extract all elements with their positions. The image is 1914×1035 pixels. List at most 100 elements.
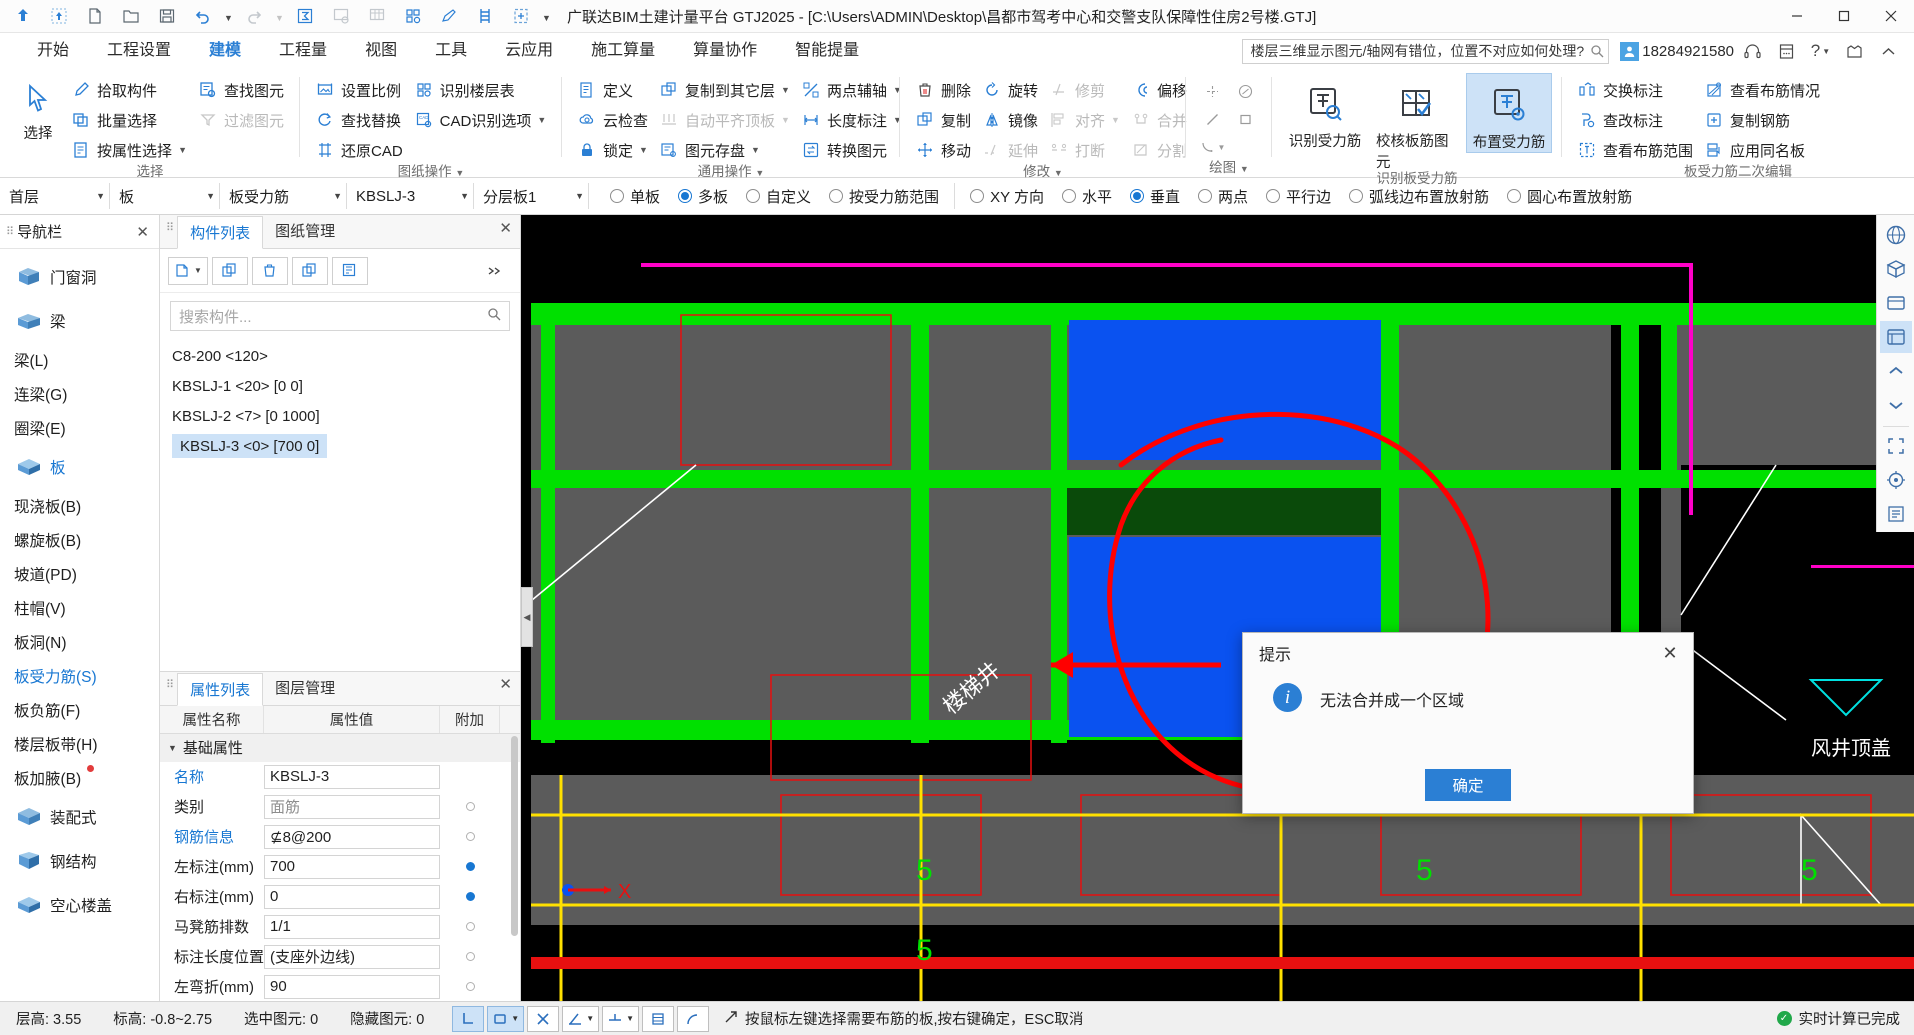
sidebar-item-steel-structure[interactable]: 钢结构 <box>0 839 159 883</box>
open-folder-icon[interactable] <box>114 2 148 30</box>
swap-dimension-button[interactable]: 交换标注 <box>1572 75 1699 105</box>
cad-options-button[interactable]: CAD CAD识别选项 ▼ <box>409 105 553 135</box>
view-rebar-range-button[interactable]: 查看布筋范围 <box>1572 135 1699 165</box>
headset-icon[interactable] <box>1737 36 1768 66</box>
chevron-down-icon[interactable]: ▼ <box>323 191 342 201</box>
menu-item-6[interactable]: 云应用 <box>486 33 572 69</box>
collapse-ribbon-icon[interactable] <box>1873 36 1904 66</box>
restore-cad-button[interactable]: 还原CAD <box>310 135 409 165</box>
more-icon[interactable]: ▼ <box>540 2 553 30</box>
minimize-button[interactable] <box>1773 0 1820 33</box>
sidebar-item-slab-hole[interactable]: 板洞(N) <box>0 625 159 659</box>
chevron-down-icon[interactable]: ▼ <box>586 1014 594 1023</box>
save-icon[interactable] <box>150 2 184 30</box>
chevron-down-icon[interactable]: ▼ <box>196 191 215 201</box>
close-button[interactable] <box>1867 0 1914 33</box>
ladder-icon[interactable] <box>468 2 502 30</box>
radio-by-rebar-range[interactable]: 按受力筋范围 <box>820 186 948 207</box>
sidebar-item-prefab[interactable]: 装配式 <box>0 795 159 839</box>
rect-icon[interactable]: ▼ <box>487 1005 525 1032</box>
lock-button[interactable]: 锁定 ▼ <box>572 135 654 165</box>
drag-grip-icon[interactable]: ⠿ <box>166 221 174 234</box>
radio-horizontal[interactable]: 水平 <box>1053 186 1121 207</box>
radio-multi-slab[interactable]: 多板 <box>669 186 737 207</box>
dim-icon[interactable]: ▼ <box>602 1005 640 1032</box>
duplicate-component-button[interactable] <box>291 256 328 285</box>
set-scale-button[interactable]: 设置比例 <box>310 75 409 105</box>
menu-item-9[interactable]: 智能提量 <box>776 33 878 69</box>
sidebar-item-ramp[interactable]: 坡道(PD) <box>0 557 159 591</box>
chevron-down-icon[interactable]: ▼ <box>626 1014 634 1023</box>
pick-component-button[interactable]: 拾取构件 <box>66 75 193 105</box>
view-rebar-status-button[interactable]: 查看布筋情况 <box>1699 75 1826 105</box>
property-group-basic[interactable]: ▼ 基础属性 <box>160 733 520 762</box>
chevron-down-icon[interactable]: ▼ <box>194 266 202 275</box>
tab-layer-management[interactable]: 图层管理 <box>263 672 347 705</box>
target-icon[interactable] <box>1880 464 1912 496</box>
search-icon[interactable] <box>1590 44 1604 58</box>
property-value-input[interactable]: (支座外边线) <box>264 944 440 969</box>
place-rebar-button[interactable]: 布置受力筋 <box>1465 73 1552 153</box>
chevron-down-icon[interactable]: ▼ <box>450 191 469 201</box>
radio-arc-radial[interactable]: 弧线边布置放射筋 <box>1340 186 1498 207</box>
convert-element-button[interactable]: 转换图元 <box>796 135 908 165</box>
property-value-input[interactable]: 90 <box>264 974 440 999</box>
3d-icon[interactable] <box>1880 253 1912 285</box>
layer-view-icon[interactable] <box>1879 321 1912 353</box>
menu-item-5[interactable]: 工具 <box>416 33 486 69</box>
fullscreen-icon[interactable] <box>1880 430 1912 462</box>
define-button[interactable]: 定义 <box>572 75 654 105</box>
radio-two-points[interactable]: 两点 <box>1189 186 1257 207</box>
rebar-type-selector[interactable]: 板受力筋 ▼ <box>220 183 347 209</box>
radio-xy-direction[interactable]: XY 方向 <box>961 186 1053 207</box>
property-extra[interactable] <box>440 952 500 961</box>
sidebar-item-slab-haunch[interactable]: 板加腋(B) <box>0 761 159 795</box>
search-component-input[interactable]: 搜索构件... <box>170 301 510 331</box>
radio-center-radial[interactable]: 圆心布置放射筋 <box>1498 186 1641 207</box>
copy-component-button[interactable] <box>211 256 248 285</box>
list-icon[interactable] <box>1880 498 1912 530</box>
menu-item-8[interactable]: 算量协作 <box>674 33 776 69</box>
new-file-icon[interactable] <box>78 2 112 30</box>
property-value-input[interactable]: 0 <box>264 884 440 909</box>
save-element-button[interactable]: 图元存盘 ▼ <box>654 135 796 165</box>
identify-rebar-button[interactable]: 识别受力筋 <box>1282 73 1368 151</box>
panel-collapse-handle[interactable]: ◀ <box>521 587 533 647</box>
menu-item-2[interactable]: 建模 <box>190 33 260 69</box>
identify-floor-table-button[interactable]: 识别楼层表 <box>409 75 553 105</box>
rotate-button[interactable]: 旋转 <box>977 75 1044 105</box>
property-value-input[interactable]: 面筋 <box>264 794 440 819</box>
chevron-down-icon[interactable]: ▼ <box>537 115 546 125</box>
delete-button[interactable]: 删除 <box>910 75 977 105</box>
circle-arc-icon[interactable] <box>1229 77 1262 105</box>
new-component-button[interactable]: ▼ <box>168 256 208 285</box>
property-extra[interactable] <box>440 922 500 931</box>
sidebar-item-cast-slab[interactable]: 现浇板(B) <box>0 489 159 523</box>
search-icon[interactable] <box>487 307 501 325</box>
sidebar-item-negative-rebar[interactable]: 板负筋(F) <box>0 693 159 727</box>
two-point-axis-button[interactable]: 两点辅轴 ▼ <box>796 75 908 105</box>
edit-icon[interactable] <box>432 2 466 30</box>
length-dimension-button[interactable]: 长度标注 ▼ <box>796 105 908 135</box>
property-extra[interactable] <box>440 982 500 991</box>
dialog-ok-button[interactable]: 确定 <box>1425 769 1511 801</box>
menu-item-7[interactable]: 施工算量 <box>572 33 674 69</box>
close-icon[interactable]: ✕ <box>499 219 520 245</box>
drawing-canvas[interactable]: 5 5 5 5 楼梯井 风井顶盖 X ◀ 提示 ✕ i 无法合并成一个区域 确定 <box>521 215 1914 1001</box>
undo-icon[interactable] <box>186 2 220 30</box>
property-extra[interactable] <box>440 862 500 871</box>
radio-custom[interactable]: 自定义 <box>737 186 820 207</box>
close-icon[interactable]: ✕ <box>136 223 153 241</box>
delete-component-button[interactable] <box>251 256 288 285</box>
menu-item-4[interactable]: 视图 <box>346 33 416 69</box>
upload-icon[interactable] <box>42 2 76 30</box>
shirt-icon[interactable] <box>1839 36 1870 66</box>
sidebar-item-beam[interactable]: 梁 <box>0 299 159 343</box>
user-account[interactable]: 18284921580 <box>1620 41 1734 61</box>
check-slab-rebar-button[interactable]: 校核板筋图元 <box>1374 73 1460 172</box>
drag-grip-icon[interactable]: ⠿ <box>166 678 174 691</box>
copy-button[interactable]: 复制 <box>910 105 977 135</box>
sidebar-item-coupling-beam[interactable]: 连梁(G) <box>0 377 159 411</box>
rect-icon[interactable] <box>1229 105 1262 133</box>
chevron-down-icon[interactable]: ▼ <box>86 191 105 201</box>
